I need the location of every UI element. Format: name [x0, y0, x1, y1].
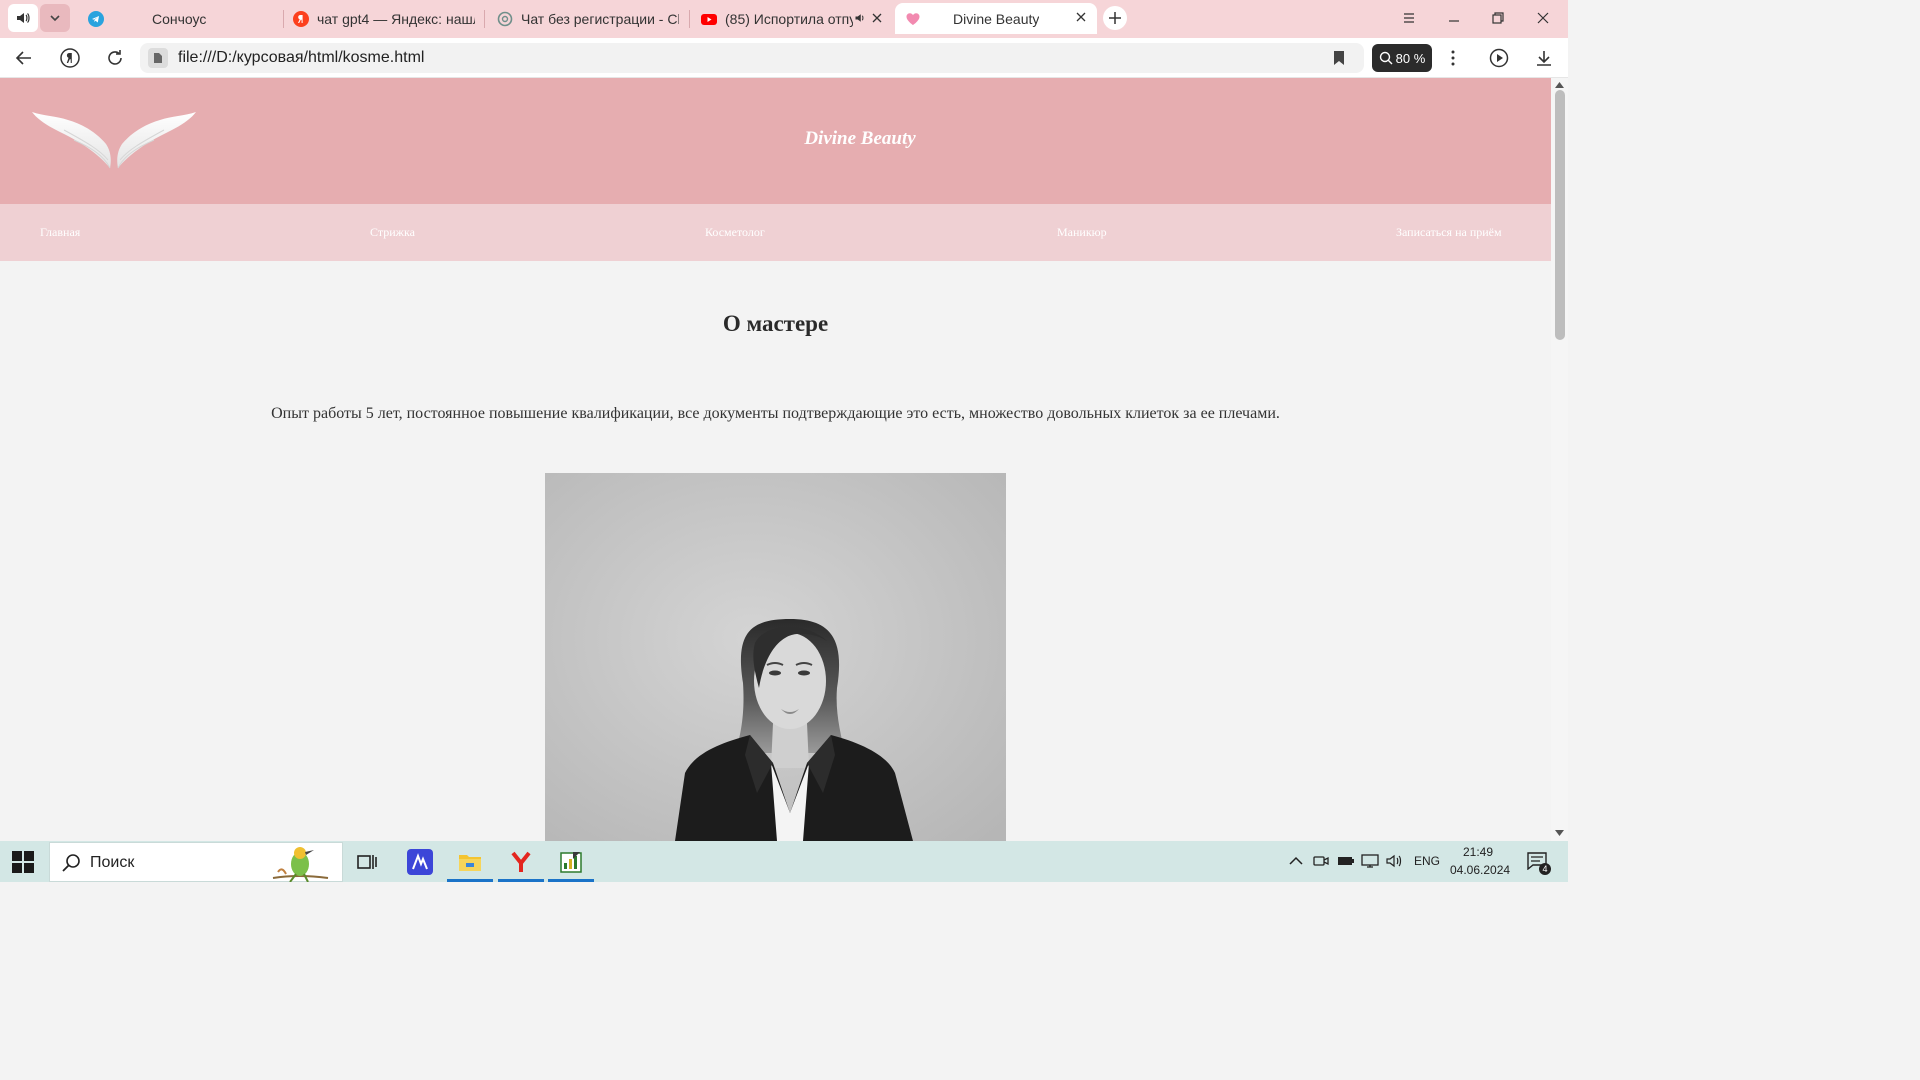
tab-title: (85) Испортила отпу — [725, 11, 853, 27]
browser-menu-icon[interactable] — [1399, 8, 1419, 28]
windows-taskbar: Поиск ENG 21:49 04.06.2024 4 — [0, 841, 1568, 882]
address-bar: file:///D:/курсовая/html/kosme.html 80 % — [0, 38, 1568, 78]
openai-icon — [497, 11, 513, 27]
active-app-indicator — [498, 879, 544, 882]
search-icon — [62, 854, 80, 872]
tab-list-chevron-down-icon[interactable] — [40, 4, 70, 32]
tab-chat[interactable]: Чат без регистрации - Ch — [497, 4, 679, 34]
app-m-icon[interactable] — [397, 841, 443, 882]
heart-icon — [906, 12, 920, 25]
nav-link-booking[interactable]: Записаться на приём — [1396, 225, 1502, 240]
reload-icon[interactable] — [103, 46, 127, 70]
media-play-icon[interactable] — [1487, 46, 1511, 70]
sound-icon[interactable] — [8, 4, 38, 32]
brand-title: Divine Beauty — [804, 128, 916, 149]
nav-link-cosmetologist[interactable]: Косметолог — [705, 225, 765, 240]
tab-title: Divine Beauty — [953, 10, 1040, 27]
clock-date[interactable]: 04.06.2024 — [1450, 863, 1510, 877]
scroll-up-arrow-icon[interactable] — [1555, 82, 1564, 88]
more-vertical-icon[interactable] — [1441, 46, 1465, 70]
yandex-home-icon[interactable] — [58, 46, 82, 70]
tab-youtube[interactable]: (85) Испортила отпу — [701, 4, 889, 34]
windows-start-icon[interactable] — [12, 851, 34, 873]
minimize-icon[interactable] — [1444, 8, 1464, 28]
vertical-scrollbar[interactable] — [1551, 78, 1568, 841]
tab-audio-icon[interactable] — [854, 12, 866, 24]
youtube-icon — [701, 14, 717, 25]
zoom-indicator[interactable]: 80 % — [1372, 44, 1432, 72]
tab-divine-beauty[interactable]: Divine Beauty — [895, 3, 1097, 34]
tab-title: Сончоус — [152, 11, 207, 27]
section-title: О мастере — [722, 311, 829, 336]
site-navigation: Главная Стрижка Косметолог Маникюр Запис… — [0, 204, 1551, 261]
nav-link-haircut[interactable]: Стрижка — [370, 225, 415, 240]
meet-now-icon[interactable] — [1312, 852, 1330, 870]
magnifier-icon — [1379, 51, 1393, 65]
site-header: Divine Beauty — [0, 78, 1551, 204]
document-icon — [148, 48, 168, 68]
taskbar-search[interactable]: Поиск — [49, 842, 343, 882]
battery-icon[interactable] — [1337, 852, 1355, 870]
zoom-level: 80 % — [1395, 50, 1426, 66]
telegram-icon — [88, 11, 104, 27]
tab-divider — [283, 10, 284, 28]
scroll-down-arrow-icon[interactable] — [1555, 830, 1564, 836]
notepad-chart-icon[interactable] — [548, 841, 594, 882]
close-window-icon[interactable] — [1533, 8, 1553, 28]
url-text[interactable]: file:///D:/курсовая/html/kosme.html — [178, 49, 424, 67]
master-portrait-photo — [545, 473, 1006, 841]
search-placeholder: Поиск — [90, 854, 135, 871]
nav-link-manicure[interactable]: Маникюр — [1057, 225, 1107, 240]
tab-divider — [484, 10, 485, 28]
clock-time[interactable]: 21:49 — [1463, 845, 1493, 859]
tab-divider — [689, 10, 690, 28]
active-app-indicator — [548, 879, 594, 882]
close-icon[interactable] — [1073, 9, 1089, 25]
tab-telegram[interactable]: Сончоус — [88, 4, 278, 34]
web-page: Divine Beauty Главная Стрижка Косметолог… — [0, 78, 1551, 841]
nav-link-home[interactable]: Главная — [40, 225, 80, 240]
active-app-indicator — [447, 879, 493, 882]
back-arrow-icon[interactable] — [12, 46, 36, 70]
network-icon[interactable] — [1361, 852, 1379, 870]
about-text: Опыт работы 5 лет, постоянное повышение … — [271, 405, 1280, 422]
chevron-up-icon[interactable] — [1287, 852, 1305, 870]
tab-title: чат gpt4 — Яндекс: нашлось — [317, 11, 475, 27]
bookmark-icon[interactable] — [1330, 49, 1348, 67]
download-icon[interactable] — [1532, 46, 1556, 70]
restore-icon[interactable] — [1488, 8, 1508, 28]
tab-yandex-search[interactable]: чат gpt4 — Яндекс: нашлось — [293, 4, 475, 34]
file-explorer-icon[interactable] — [447, 841, 493, 882]
notification-count-badge: 4 — [1539, 863, 1551, 875]
tab-title: Чат без регистрации - Ch — [521, 11, 679, 27]
new-tab-plus-icon[interactable] — [1103, 6, 1127, 30]
bird-illustration-icon — [272, 847, 329, 882]
angel-wings-logo — [32, 112, 196, 169]
yandex-icon — [293, 11, 309, 27]
yandex-browser-icon[interactable] — [498, 841, 544, 882]
browser-tab-strip: Сончоус чат gpt4 — Яндекс: нашлось Чат б… — [0, 0, 1568, 38]
close-icon[interactable] — [869, 10, 885, 26]
scroll-thumb[interactable] — [1555, 90, 1565, 340]
volume-icon[interactable] — [1385, 852, 1403, 870]
task-view-icon[interactable] — [344, 841, 390, 882]
url-field[interactable]: file:///D:/курсовая/html/kosme.html — [140, 43, 1364, 73]
input-language[interactable]: ENG — [1414, 854, 1440, 868]
